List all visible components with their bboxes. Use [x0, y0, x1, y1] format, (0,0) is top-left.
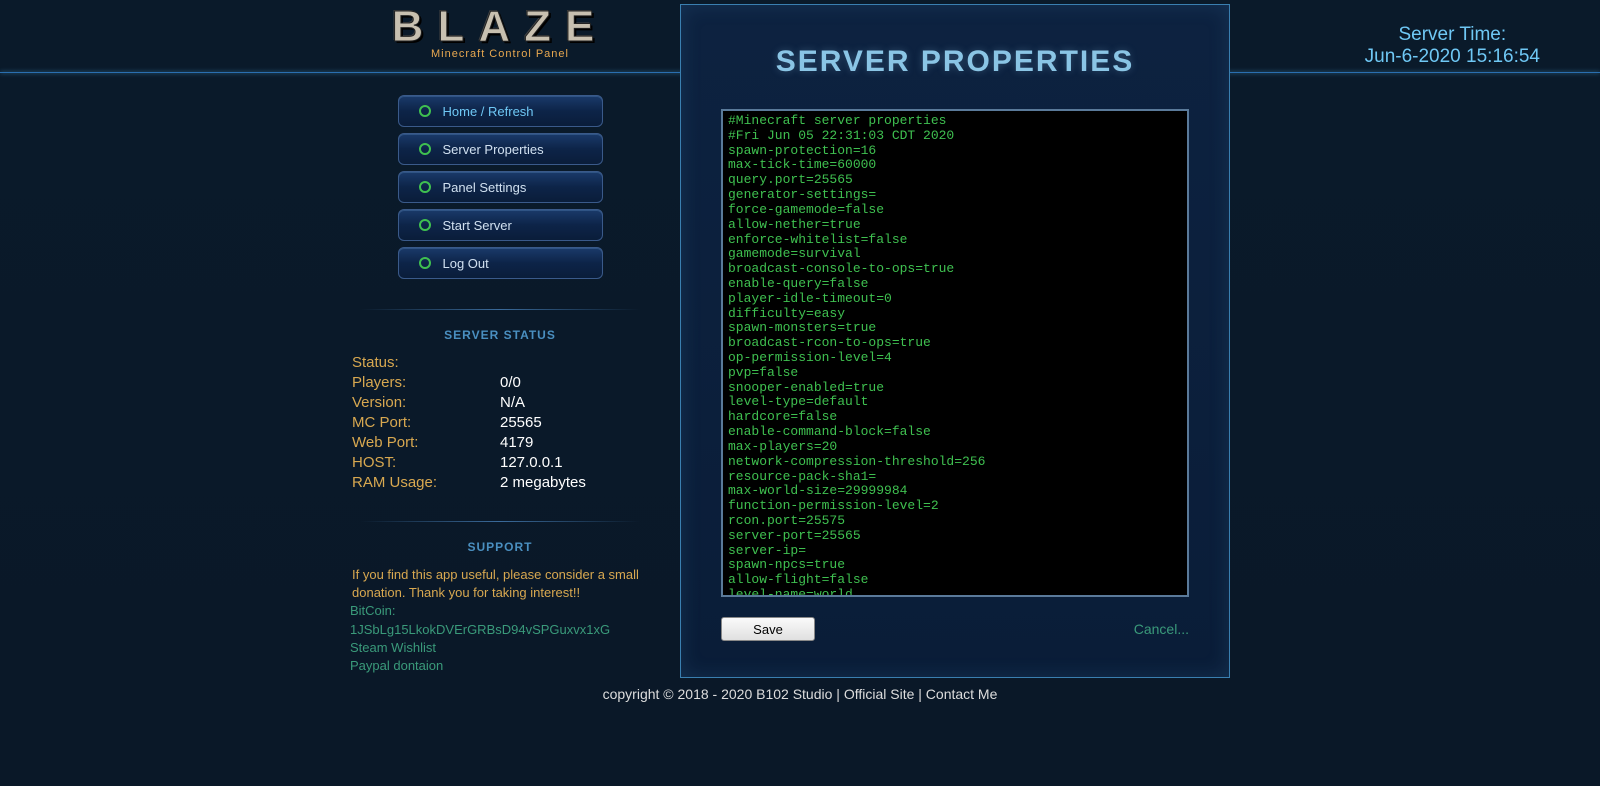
- properties-textarea[interactable]: [723, 111, 1187, 595]
- status-value: 127.0.0.1: [500, 454, 563, 471]
- status-value: 0/0: [500, 374, 521, 391]
- circle-icon: [419, 219, 431, 231]
- status-row: Version:N/A: [352, 394, 650, 411]
- status-label: Web Port:: [352, 434, 500, 451]
- status-value: 25565: [500, 414, 542, 431]
- nav-start-server[interactable]: Start Server: [398, 209, 603, 241]
- nav-log-out[interactable]: Log Out: [398, 247, 603, 279]
- circle-icon: [419, 181, 431, 193]
- panel-title: SERVER PROPERTIES: [681, 45, 1229, 79]
- footer-copyright: copyright © 2018 - 2020 B102 Studio: [603, 686, 833, 702]
- divider: [360, 309, 640, 310]
- sidebar: Home / Refresh Server Properties Panel S…: [350, 95, 650, 675]
- status-value: 2 megabytes: [500, 474, 586, 491]
- cancel-link[interactable]: Cancel...: [1134, 621, 1189, 637]
- server-time-label: Server Time:: [1365, 24, 1540, 46]
- nav-label: Server Properties: [443, 142, 544, 157]
- footer-contact[interactable]: Contact Me: [926, 686, 998, 702]
- status-label: Version:: [352, 394, 500, 411]
- save-button[interactable]: Save: [721, 617, 815, 641]
- main-panel: SERVER PROPERTIES Save Cancel...: [680, 4, 1230, 678]
- footer-sep: |: [832, 686, 843, 702]
- server-time-display: Server Time: Jun-6-2020 15:16:54: [1365, 24, 1540, 68]
- status-label: Status:: [352, 354, 500, 371]
- nav-label: Start Server: [443, 218, 512, 233]
- status-row: MC Port:25565: [352, 414, 650, 431]
- status-label: HOST:: [352, 454, 500, 471]
- nav-panel-settings[interactable]: Panel Settings: [398, 171, 603, 203]
- circle-icon: [419, 257, 431, 269]
- status-label: Players:: [352, 374, 500, 391]
- footer-official-site[interactable]: Official Site: [844, 686, 915, 702]
- status-row: Players:0/0: [352, 374, 650, 391]
- nav-label: Panel Settings: [443, 180, 527, 195]
- properties-editor-container: [721, 109, 1189, 597]
- support-link-paypal[interactable]: Paypal dontaion: [350, 657, 650, 675]
- support-link-bitcoin[interactable]: BitCoin: 1JSbLg15LkokDVErGRBsD94vSPGuxvx…: [350, 602, 650, 638]
- status-value: 4179: [500, 434, 533, 451]
- support-link-steam[interactable]: Steam Wishlist: [350, 639, 650, 657]
- nav-label: Home / Refresh: [443, 104, 534, 119]
- server-status-header: SERVER STATUS: [350, 328, 650, 342]
- logo: BLAZE Minecraft Control Panel: [360, 2, 640, 60]
- status-row: RAM Usage:2 megabytes: [352, 474, 650, 491]
- status-table: Status: Players:0/0 Version:N/A MC Port:…: [350, 354, 650, 491]
- status-value: N/A: [500, 394, 525, 411]
- status-row: HOST:127.0.0.1: [352, 454, 650, 471]
- circle-icon: [419, 143, 431, 155]
- status-row: Status:: [352, 354, 650, 371]
- support-text: If you find this app useful, please cons…: [350, 566, 650, 602]
- footer: copyright © 2018 - 2020 B102 Studio | Of…: [0, 686, 1600, 702]
- nav-label: Log Out: [443, 256, 489, 271]
- status-label: RAM Usage:: [352, 474, 500, 491]
- divider: [360, 521, 640, 522]
- status-row: Web Port:4179: [352, 434, 650, 451]
- support-header: SUPPORT: [350, 540, 650, 554]
- nav-home-refresh[interactable]: Home / Refresh: [398, 95, 603, 127]
- server-time-value: Jun-6-2020 15:16:54: [1365, 46, 1540, 68]
- status-label: MC Port:: [352, 414, 500, 431]
- circle-icon: [419, 105, 431, 117]
- logo-title: BLAZE: [360, 2, 640, 52]
- nav-server-properties[interactable]: Server Properties: [398, 133, 603, 165]
- button-row: Save Cancel...: [721, 617, 1189, 641]
- footer-sep: |: [914, 686, 925, 702]
